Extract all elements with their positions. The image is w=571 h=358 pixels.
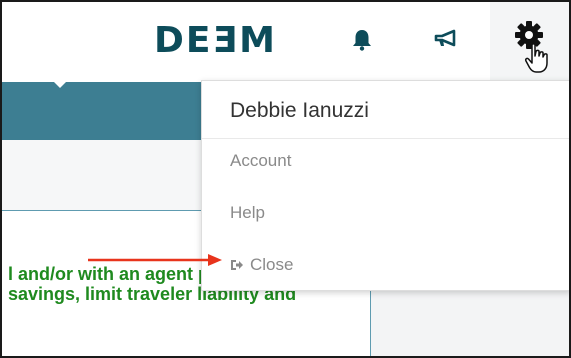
announcements-button[interactable] [428,22,464,56]
menu-item-close[interactable]: Close [230,255,293,275]
annotation-arrow [88,254,222,266]
menu-item-label: Account [230,151,292,170]
menu-item-label: Close [250,255,294,274]
top-header: DEƎM [2,2,569,83]
user-name: Debbie Ianuzzi [230,99,369,122]
hand-cursor-icon [525,43,548,73]
deem-logo[interactable]: DEƎM [154,19,277,61]
navigation-band [2,82,202,140]
menu-item-label: Help [230,203,265,222]
notifications-button[interactable] [346,24,378,56]
app-window: DEƎM l and/or with an agent per company … [0,0,571,358]
megaphone-icon [434,29,456,47]
menu-item-account[interactable]: Account [230,151,291,171]
user-menu-dropdown: Debbie Ianuzzi Account Help Close [201,80,569,291]
sign-out-icon [231,260,243,270]
menu-item-help[interactable]: Help [230,203,265,223]
logo-text: DEƎM [154,19,277,61]
menu-divider [202,138,569,139]
nav-pointer [54,82,66,88]
bell-icon [353,30,371,51]
